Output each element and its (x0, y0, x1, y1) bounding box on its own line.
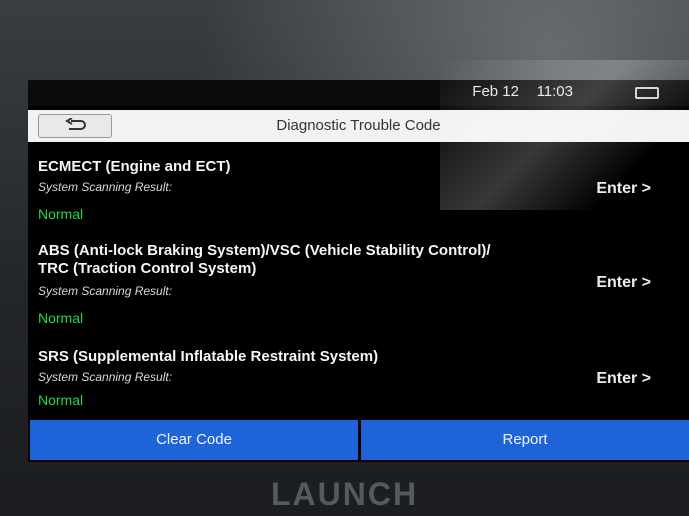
system-item-ecm[interactable]: ECMECT (Engine and ECT) System Scanning … (28, 154, 689, 224)
report-button[interactable]: Report (361, 420, 689, 460)
page-title: Diagnostic Trouble Code (276, 117, 441, 134)
screen: Feb 12 11:03 Diagnostic Trouble Code ECM… (28, 80, 689, 462)
system-name-line2: TRC (Traction Control System) (38, 260, 257, 277)
status-normal: Normal (38, 206, 84, 222)
system-name: ECMECT (Engine and ECT) (38, 158, 231, 175)
scan-result-caption: System Scanning Result: (38, 284, 173, 298)
enter-button[interactable]: Enter > (596, 274, 651, 292)
system-name-line1: ABS (Anti-lock Braking System)/VSC (Vehi… (38, 242, 491, 259)
status-date: Feb 12 (472, 83, 519, 100)
battery-icon (635, 87, 659, 99)
status-normal: Normal (38, 392, 84, 408)
title-bar: Diagnostic Trouble Code (28, 110, 689, 142)
status-normal: Normal (38, 310, 84, 326)
clear-code-button[interactable]: Clear Code (30, 420, 358, 460)
enter-button[interactable]: Enter > (596, 370, 651, 388)
system-name: SRS (Supplemental Inflatable Restraint S… (38, 348, 379, 365)
bottom-action-bar: Clear Code Report (28, 420, 689, 462)
system-item-srs[interactable]: SRS (Supplemental Inflatable Restraint S… (28, 344, 689, 414)
brand-logo: LAUNCH (270, 476, 419, 512)
scan-result-caption: System Scanning Result: (38, 180, 173, 194)
status-bar: Feb 12 11:03 (28, 80, 689, 106)
status-time: 11:03 (536, 83, 573, 100)
enter-button[interactable]: Enter > (596, 180, 651, 198)
scan-result-caption: System Scanning Result: (38, 370, 173, 384)
system-item-abs[interactable]: ABS (Anti-lock Braking System)/VSC (Vehi… (28, 238, 689, 328)
